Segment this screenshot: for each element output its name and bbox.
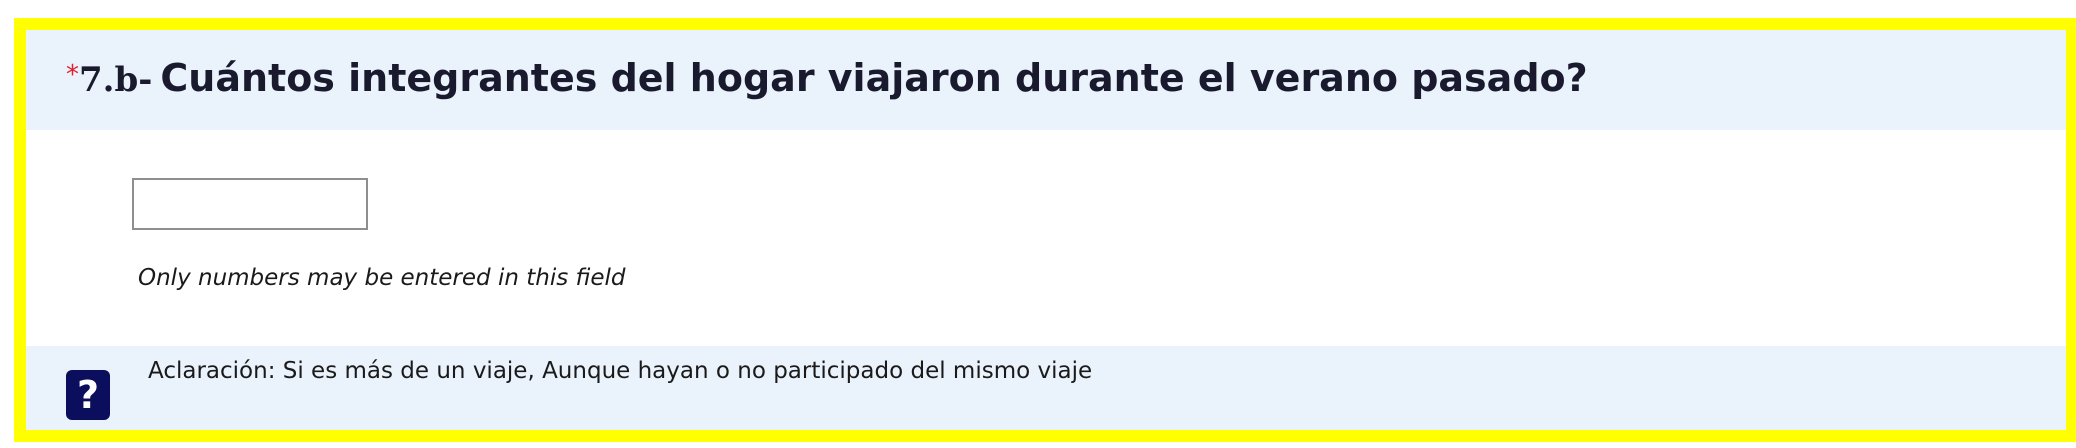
question-header: *7.b- Cuántos integrantes del hogar viaja… [26, 30, 2066, 130]
help-section: ? Aclaración: Si es más de un viaje, Aun… [26, 346, 2066, 430]
question-number: 7.b- [79, 60, 153, 100]
validation-hint: Only numbers may be entered in this fiel… [138, 265, 626, 291]
question-text: Cuántos integrantes del hogar viajaron d… [160, 56, 1588, 100]
help-text: Aclaración: Si es más de un viaje, Aunqu… [148, 358, 1093, 384]
required-marker: * [66, 60, 79, 90]
question-title: *7.b- Cuántos integrantes del hogar viaja… [66, 52, 1588, 103]
question-container: *7.b- Cuántos integrantes del hogar viaja… [14, 18, 2076, 442]
number-answer-input[interactable] [132, 178, 368, 230]
question-mark-icon: ? [66, 370, 110, 420]
